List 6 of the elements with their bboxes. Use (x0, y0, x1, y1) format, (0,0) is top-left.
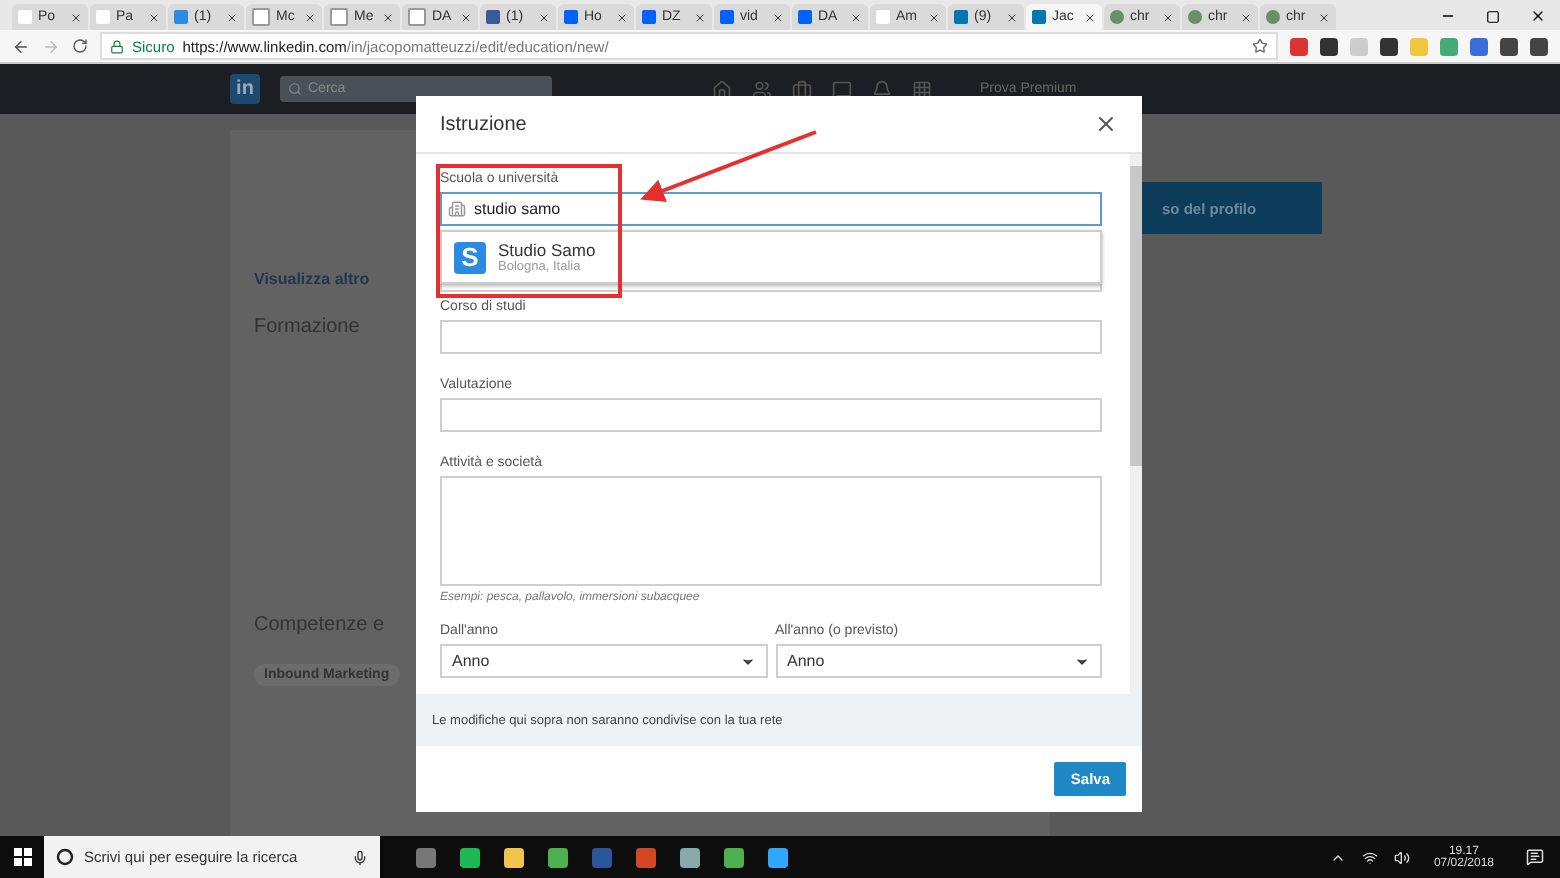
school-logo: S (454, 241, 486, 273)
year-select[interactable]: Anno (775, 644, 1102, 678)
dialog-title: Istruzione (440, 113, 527, 135)
year-select[interactable]: Anno (440, 644, 767, 678)
school-input[interactable]: studio samo (440, 192, 1102, 226)
linkedin-logo: in (230, 74, 260, 104)
